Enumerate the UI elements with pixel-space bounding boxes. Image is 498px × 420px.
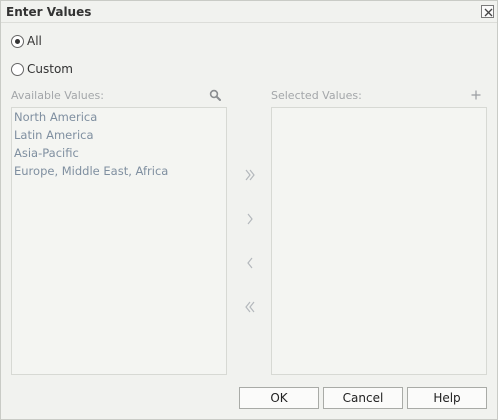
selected-values-list[interactable] <box>271 107 487 375</box>
list-item[interactable]: Europe, Middle East, Africa <box>12 162 226 180</box>
cancel-button[interactable]: Cancel <box>323 387 403 409</box>
ok-button[interactable]: OK <box>239 387 319 409</box>
title-bar[interactable]: Enter Values <box>1 1 497 23</box>
dialog-title: Enter Values <box>6 5 92 19</box>
move-all-left-button[interactable] <box>241 298 259 316</box>
list-item[interactable]: Asia-Pacific <box>12 144 226 162</box>
close-button[interactable] <box>481 5 494 18</box>
available-values-list[interactable]: North America Latin America Asia-Pacific Eu… <box>11 107 227 375</box>
search-icon[interactable] <box>209 89 221 101</box>
double-chevron-left-icon <box>245 301 255 313</box>
custom-radio-label: Custom <box>27 62 73 76</box>
all-radio-button[interactable] <box>11 34 24 48</box>
close-icon <box>484 8 493 17</box>
chevron-right-icon <box>247 213 253 225</box>
plus-icon[interactable] <box>470 89 482 101</box>
available-values-label: Available Values: <box>11 89 104 102</box>
custom-radio-button[interactable] <box>11 62 24 76</box>
move-left-button[interactable] <box>241 254 259 272</box>
enter-values-dialog: Enter Values All Custom Available Values… <box>0 0 498 420</box>
help-button[interactable]: Help <box>407 387 487 409</box>
all-radio-option[interactable]: All <box>11 34 42 48</box>
list-item[interactable]: North America <box>12 108 226 126</box>
move-all-right-button[interactable] <box>241 166 259 184</box>
list-item[interactable]: Latin America <box>12 126 226 144</box>
chevron-left-icon <box>247 257 253 269</box>
custom-radio-option[interactable]: Custom <box>11 62 73 76</box>
move-right-button[interactable] <box>241 210 259 228</box>
double-chevron-right-icon <box>245 169 255 181</box>
all-radio-label: All <box>27 34 42 48</box>
selected-values-label: Selected Values: <box>271 89 362 102</box>
